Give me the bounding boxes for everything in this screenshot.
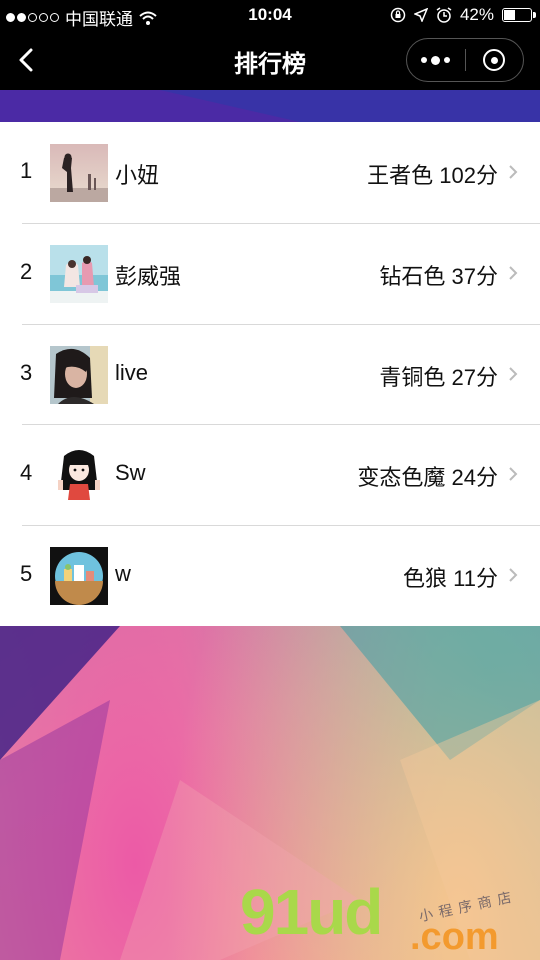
- location-icon: [413, 8, 428, 22]
- status-right: 42%: [390, 5, 536, 25]
- player-name: live: [115, 359, 149, 385]
- ranking-list: 1 小妞 王者色 102分 2 彭威强 钻石色 37分 3 live 青铜色 2…: [0, 122, 540, 626]
- mini-program-capsule: [406, 38, 524, 82]
- battery-level: [504, 10, 515, 20]
- ranking-row-1[interactable]: 1 小妞 王者色 102分: [0, 122, 540, 223]
- player-name: Sw: [115, 460, 146, 486]
- rank-number: 1: [20, 158, 33, 183]
- player-score: 青铜色 27分: [379, 364, 498, 390]
- status-bar: 中国联通 10:04 42%: [0, 0, 540, 30]
- player-score: 钻石色 37分: [379, 263, 498, 289]
- rank-number: 4: [20, 460, 33, 486]
- chevron-right-icon: [509, 165, 518, 179]
- player-score: 王者色 102分: [367, 163, 498, 188]
- alarm-icon: [436, 7, 452, 23]
- navigation-bar: 排行榜: [0, 30, 540, 90]
- battery-percent: 42%: [459, 5, 494, 24]
- more-menu-icon[interactable]: [407, 38, 465, 82]
- avatar-image: [50, 547, 108, 606]
- avatar-image: [50, 345, 108, 404]
- rank-number: 3: [20, 359, 33, 385]
- avatar-image: [50, 144, 108, 202]
- ranking-row-5[interactable]: 5 w 色狼 11分: [0, 525, 540, 626]
- watermark-logo: 91ud: [240, 876, 383, 948]
- ranking-row-4[interactable]: 4 Sw 变态色魔 24分: [0, 424, 540, 525]
- player-name: w: [115, 561, 131, 587]
- chevron-right-icon: [509, 266, 518, 280]
- player-score: 色狼 11分: [403, 566, 498, 592]
- avatar-image: [50, 446, 108, 505]
- rank-number: 2: [20, 258, 33, 284]
- player-name: 彭威强: [115, 263, 182, 289]
- player-score: 变态色魔 24分: [357, 465, 498, 491]
- close-mini-program-icon[interactable]: [465, 38, 523, 82]
- ranking-row-3[interactable]: 3 live 青铜色 27分: [0, 323, 540, 425]
- player-name: 小妞: [115, 163, 160, 188]
- avatar-image: [50, 244, 108, 303]
- chevron-right-icon: [509, 366, 518, 381]
- rotation-lock-icon: [390, 7, 406, 23]
- rank-number: 5: [20, 561, 33, 587]
- chevron-right-icon: [509, 467, 518, 482]
- battery-icon: [502, 8, 536, 22]
- ranking-row-2[interactable]: 2 彭威强 钻石色 37分: [0, 222, 540, 324]
- chevron-right-icon: [509, 568, 518, 582]
